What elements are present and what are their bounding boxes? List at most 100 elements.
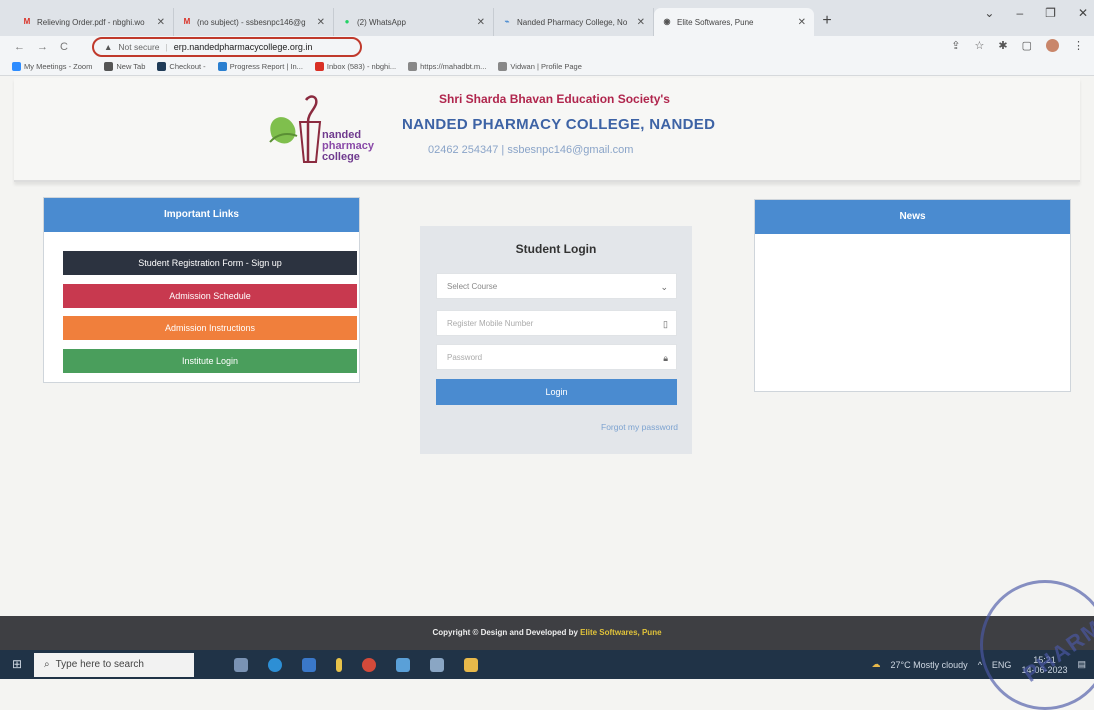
bookmark-item[interactable]: Inbox (583) - nbghi... xyxy=(314,61,397,72)
bookmark-favicon-icon xyxy=(217,62,227,72)
share-icon[interactable]: ⇪ xyxy=(951,39,960,52)
widgets-icon[interactable] xyxy=(234,657,248,672)
taskbar-search-box[interactable]: ⌕ Type here to search xyxy=(34,652,194,677)
address-bar: ← → C ▲ Not secure | erp.nandedpharmacyc… xyxy=(0,36,1094,58)
important-links-panel: Important Links Student Registration For… xyxy=(43,197,360,383)
student-login-form: Student Login Select Course ⌄ Register M… xyxy=(420,226,692,454)
extensions-icon[interactable]: ✱ xyxy=(998,39,1007,52)
window-controls: ⌄ – ❐ ✕ xyxy=(984,6,1088,20)
tab-title: (no subject) - ssbesnpc146@g xyxy=(197,17,306,27)
profile-avatar[interactable] xyxy=(1046,39,1059,52)
forward-icon[interactable]: → xyxy=(37,41,48,53)
tab-favicon-icon: ◉ xyxy=(663,17,671,26)
tab-search-icon[interactable]: ⌄ xyxy=(984,6,994,20)
mobile-icon: ▯ xyxy=(663,319,668,329)
tab-close-icon[interactable]: ✕ xyxy=(477,17,485,28)
files-icon[interactable] xyxy=(464,657,478,672)
bookmark-favicon-icon xyxy=(104,62,114,72)
weather-text[interactable]: 27°C Mostly cloudy xyxy=(891,660,968,670)
app-icon-2[interactable] xyxy=(430,657,444,672)
chrome-icon[interactable] xyxy=(362,657,376,672)
bookmark-favicon-icon xyxy=(314,62,324,72)
windows-start-icon[interactable]: ⊞ xyxy=(0,650,34,679)
app-icon[interactable] xyxy=(336,657,342,672)
login-button[interactable]: Login xyxy=(436,379,677,405)
warning-icon: ▲ xyxy=(104,42,113,52)
college-logo: nanded pharmacy college xyxy=(269,95,375,163)
important-link-button[interactable]: Admission Schedule xyxy=(63,284,357,308)
bookmark-label: https://mahadbt.m... xyxy=(420,61,487,71)
tab-close-icon[interactable]: ✕ xyxy=(637,17,645,28)
footer-brand-link[interactable]: Elite Softwares, Pune xyxy=(580,628,661,637)
bookmark-item[interactable]: My Meetings - Zoom xyxy=(12,62,92,72)
tab-title: Nanded Pharmacy College, No xyxy=(517,17,628,27)
tab-favicon-icon: ● xyxy=(344,17,350,26)
mobile-placeholder: Register Mobile Number xyxy=(447,319,534,328)
browser-tab[interactable]: M (no subject) - ssbesnpc146@g ✕ xyxy=(174,8,334,36)
site-header: nanded pharmacy college Shri Sharda Bhav… xyxy=(14,78,1080,182)
bookmark-label: Vidwan | Profile Page xyxy=(510,61,582,71)
url-text: erp.nandedpharmacycollege.org.in xyxy=(173,42,313,52)
bookmark-item[interactable]: Checkout - xyxy=(157,61,206,72)
login-title: Student Login xyxy=(515,242,597,256)
file-explorer-icon[interactable] xyxy=(396,657,410,672)
browser-tab[interactable]: ⌁ Nanded Pharmacy College, No ✕ xyxy=(494,8,654,36)
taskbar-apps xyxy=(234,657,478,672)
important-link-button[interactable]: Student Registration Form - Sign up xyxy=(63,251,357,275)
browser-tab[interactable]: ◉ Elite Softwares, Pune ✕ xyxy=(654,8,814,36)
chevron-down-icon: ⌄ xyxy=(660,282,668,292)
taskbar-search-placeholder: Type here to search xyxy=(55,659,144,670)
menu-icon[interactable]: ⋮ xyxy=(1073,39,1084,52)
browser-tab[interactable]: ● (2) WhatsApp ✕ xyxy=(334,8,494,36)
college-name: NANDED PHARMACY COLLEGE, NANDED xyxy=(402,116,716,133)
select-course-dropdown[interactable]: Select Course ⌄ xyxy=(436,273,677,299)
important-link-button[interactable]: Admission Instructions xyxy=(63,316,357,340)
forgot-password-link[interactable]: Forgot my password xyxy=(601,422,678,432)
browser-tab[interactable]: M Relieving Order.pdf - nbghi.wo ✕ xyxy=(14,8,174,36)
news-panel: News xyxy=(754,199,1071,392)
sidepanel-icon[interactable]: ▢ xyxy=(1022,39,1032,52)
bookmark-favicon-icon xyxy=(157,62,167,72)
browser-tab-bar: M Relieving Order.pdf - nbghi.wo ✕ M (no sub… xyxy=(0,0,1094,36)
seal-text: PHARMACY xyxy=(1018,584,1094,687)
tab-title: (2) WhatsApp xyxy=(357,17,406,27)
address-bar-actions: ⇪ ☆ ✱ ▢ ⋮ xyxy=(951,39,1084,52)
society-name: Shri Sharda Bhavan Education Society's xyxy=(439,92,670,106)
bookmark-label: My Meetings - Zoom xyxy=(24,61,93,71)
url-field[interactable]: ▲ Not secure | erp.nandedpharmacycollege… xyxy=(92,37,362,57)
back-icon[interactable]: ← xyxy=(14,41,25,53)
bookmark-label: Checkout - xyxy=(169,61,206,71)
bookmark-item[interactable]: Progress Report | In... xyxy=(217,61,303,72)
college-seal: PHARMACY xyxy=(980,580,1094,710)
new-tab-button[interactable]: + xyxy=(814,8,840,36)
bookmark-favicon-icon xyxy=(408,62,418,72)
tab-favicon-icon: M xyxy=(23,17,31,26)
bookmark-favicon-icon xyxy=(12,62,21,72)
restore-button[interactable]: ❐ xyxy=(1045,6,1056,20)
bookmark-label: New Tab xyxy=(116,61,146,71)
contact-info: 02462 254347 | ssbesnpc146@gmail.com xyxy=(428,144,634,156)
reload-icon[interactable]: C xyxy=(60,41,68,53)
svg-text:college: college xyxy=(322,151,360,163)
bookmark-label: Progress Report | In... xyxy=(229,61,303,71)
bookmark-item[interactable]: https://mahadbt.m... xyxy=(408,62,486,72)
password-placeholder: Password xyxy=(447,353,483,362)
tab-close-icon[interactable]: ✕ xyxy=(798,17,806,28)
tab-close-icon[interactable]: ✕ xyxy=(317,17,325,28)
close-window-button[interactable]: ✕ xyxy=(1078,6,1088,20)
store-icon[interactable] xyxy=(302,657,316,672)
news-title: News xyxy=(755,200,1070,234)
tab-close-icon[interactable]: ✕ xyxy=(157,17,165,28)
mobile-number-field[interactable]: Register Mobile Number ▯ xyxy=(436,310,677,336)
search-icon: ⌕ xyxy=(44,659,50,670)
bookmark-star-icon[interactable]: ☆ xyxy=(975,39,985,52)
windows-taskbar: ⊞ ⌕ Type here to search ☁ 27°C Mostly cl… xyxy=(0,650,1094,679)
bookmark-item[interactable]: New Tab xyxy=(104,62,145,72)
bookmark-label: Inbox (583) - nbghi... xyxy=(326,61,397,71)
minimize-button[interactable]: – xyxy=(1016,6,1023,20)
bookmark-item[interactable]: Vidwan | Profile Page xyxy=(498,61,582,72)
important-link-button[interactable]: Institute Login xyxy=(63,349,357,373)
footer-text: Copyright © Design and Developed by xyxy=(432,628,578,637)
password-field[interactable]: Password 🔒︎ xyxy=(436,344,677,370)
edge-icon[interactable] xyxy=(268,657,282,672)
